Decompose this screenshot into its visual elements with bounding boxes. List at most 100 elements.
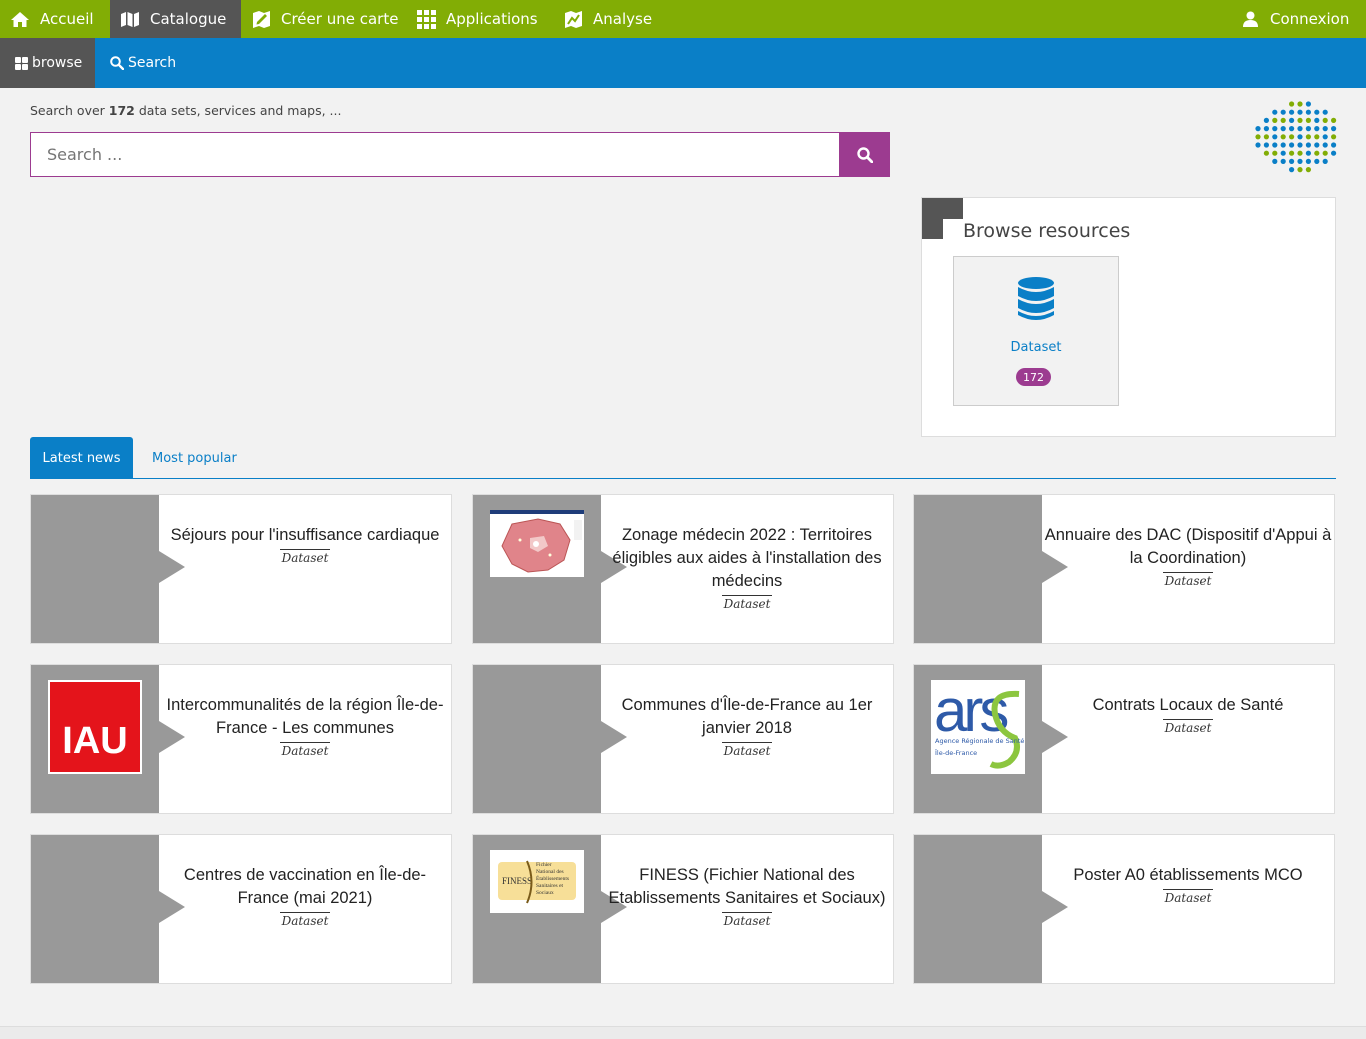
- browse-resources-title: Browse resources: [963, 220, 1131, 242]
- logo-dot: [1331, 150, 1337, 156]
- subnav-browse[interactable]: browse: [0, 38, 95, 88]
- logo-dot: [1272, 150, 1278, 156]
- logo-dot: [1331, 117, 1337, 123]
- logo-dot: [1280, 142, 1286, 148]
- card-type: Dataset: [279, 549, 331, 565]
- ars-swoosh: [989, 690, 1020, 769]
- nav-accueil-label: Accueil: [40, 10, 94, 28]
- card-body: Annuaire des DAC (Dispositif d'Appui à l…: [1042, 495, 1334, 643]
- search-summary-count: 172: [108, 103, 135, 118]
- logo-dot: [1289, 101, 1295, 107]
- search-button[interactable]: [839, 132, 890, 177]
- ars-agency-line2: Île-de-France: [935, 749, 978, 757]
- card-body: Contrats Locaux de Santé Dataset: [1042, 665, 1334, 813]
- subnav-search[interactable]: Search: [110, 38, 176, 88]
- card-body: Zonage médecin 2022 : Territoires éligib…: [601, 495, 893, 643]
- card-thumbnail-area: [914, 835, 1042, 983]
- iau-logo-text: IAU: [50, 682, 140, 772]
- search-input[interactable]: [30, 132, 840, 177]
- logo-dot: [1314, 117, 1320, 123]
- dataset-card[interactable]: Communes d'Île-de-France au 1er janvier …: [472, 664, 894, 814]
- dataset-card[interactable]: FINESS Fichier National des Établissement…: [472, 834, 894, 984]
- card-thumbnail-area: ars Agence Régionale de Santé Île-de-Franc…: [914, 665, 1042, 813]
- logo-dot: [1314, 142, 1320, 148]
- logo-dot: [1297, 134, 1303, 140]
- logo-dot: [1314, 158, 1320, 164]
- logo-dot: [1322, 109, 1328, 115]
- logo-dot: [1263, 142, 1269, 148]
- tabs-underline: [30, 478, 1336, 479]
- logo-dot: [1280, 134, 1286, 140]
- logo-dot: [1272, 142, 1278, 148]
- logo-dot: [1263, 150, 1269, 156]
- nav-analyse[interactable]: Analyse: [564, 0, 652, 38]
- logo-dot: [1297, 142, 1303, 148]
- card-title[interactable]: Séjours pour l'insuffisance cardiaque: [159, 524, 451, 547]
- browse-resources-panel: Browse resources Dataset 172: [921, 197, 1336, 437]
- nav-connexion[interactable]: Connexion: [1243, 0, 1349, 38]
- card-type: Dataset: [279, 742, 331, 758]
- logo-dot: [1305, 142, 1311, 148]
- nav-creer-carte[interactable]: Créer une carte: [252, 0, 398, 38]
- card-title[interactable]: Intercommunalités de la région Île-de-Fr…: [159, 694, 451, 740]
- logo-dot: [1289, 117, 1295, 123]
- card-title[interactable]: Annuaire des DAC (Dispositif d'Appui à l…: [1042, 524, 1334, 570]
- logo-dot: [1314, 150, 1320, 156]
- nav-applications[interactable]: Applications: [417, 0, 538, 38]
- nav-creer-carte-label: Créer une carte: [281, 10, 399, 28]
- iau-logo: IAU: [48, 680, 142, 774]
- dataset-count-badge: 172: [1016, 368, 1051, 386]
- logo-dot: [1272, 158, 1278, 164]
- logo-dot: [1280, 158, 1286, 164]
- logo-dot: [1297, 126, 1303, 132]
- logo-dot: [1289, 150, 1295, 156]
- card-body: Centres de vaccination en Île-de-France …: [159, 835, 451, 983]
- card-body: Séjours pour l'insuffisance cardiaque Dat…: [159, 495, 451, 643]
- finess-logo: FINESS Fichier National des Établissement…: [490, 850, 584, 913]
- nav-accueil[interactable]: Accueil: [10, 0, 94, 38]
- card-title[interactable]: Poster A0 établissements MCO: [1042, 864, 1334, 887]
- database-icon: [1018, 277, 1054, 320]
- card-body: FINESS (Fichier National des Etablisseme…: [601, 835, 893, 983]
- nav-catalogue[interactable]: Catalogue: [110, 0, 241, 38]
- card-title[interactable]: Zonage médecin 2022 : Territoires éligib…: [601, 524, 893, 593]
- map-edit-icon: [253, 10, 270, 28]
- card-title[interactable]: FINESS (Fichier National des Etablisseme…: [601, 864, 893, 910]
- logo-dot: [1314, 134, 1320, 140]
- logo-dot: [1331, 142, 1337, 148]
- logo-dot: [1263, 126, 1269, 132]
- map-thumbnail-image: [490, 510, 584, 577]
- logo-dot: [1322, 150, 1328, 156]
- logo-dot: [1272, 117, 1278, 123]
- logo-dot: [1314, 109, 1320, 115]
- logo-dot: [1331, 134, 1337, 140]
- card-title[interactable]: Centres de vaccination en Île-de-France …: [159, 864, 451, 910]
- dataset-card[interactable]: Centres de vaccination en Île-de-France …: [30, 834, 452, 984]
- dataset-card[interactable]: Zonage médecin 2022 : Territoires éligib…: [472, 494, 894, 644]
- subnav-browse-label: browse: [32, 55, 83, 71]
- th-large-icon: [15, 56, 28, 70]
- card-type: Dataset: [1162, 889, 1214, 905]
- tab-latest-news[interactable]: Latest news: [30, 437, 133, 479]
- dataset-card[interactable]: IAU Intercommunalités de la région Île-de…: [30, 664, 452, 814]
- card-title[interactable]: Communes d'Île-de-France au 1er janvier …: [601, 694, 893, 740]
- logo-dot: [1305, 126, 1311, 132]
- logo-dot: [1305, 117, 1311, 123]
- home-icon: [11, 11, 29, 27]
- dataset-card[interactable]: ars Agence Régionale de Santé Île-de-Franc…: [913, 664, 1335, 814]
- dataset-tile[interactable]: Dataset 172: [953, 256, 1119, 406]
- search-summary-prefix: Search over: [30, 103, 105, 118]
- logo-dot: [1305, 109, 1311, 115]
- tab-most-popular[interactable]: Most popular: [152, 437, 237, 479]
- dataset-card[interactable]: Poster A0 établissements MCO Dataset: [913, 834, 1335, 984]
- logo-dot: [1289, 158, 1295, 164]
- nav-applications-label: Applications: [446, 10, 538, 28]
- logo-dot: [1263, 134, 1269, 140]
- dataset-card[interactable]: Séjours pour l'insuffisance cardiaque Dat…: [30, 494, 452, 644]
- logo-dot: [1297, 101, 1303, 107]
- card-thumbnail-area: [473, 495, 601, 643]
- site-logo[interactable]: [1254, 100, 1338, 174]
- dataset-card[interactable]: Annuaire des DAC (Dispositif d'Appui à l…: [913, 494, 1335, 644]
- nav-analyse-label: Analyse: [593, 10, 653, 28]
- card-title[interactable]: Contrats Locaux de Santé: [1042, 694, 1334, 717]
